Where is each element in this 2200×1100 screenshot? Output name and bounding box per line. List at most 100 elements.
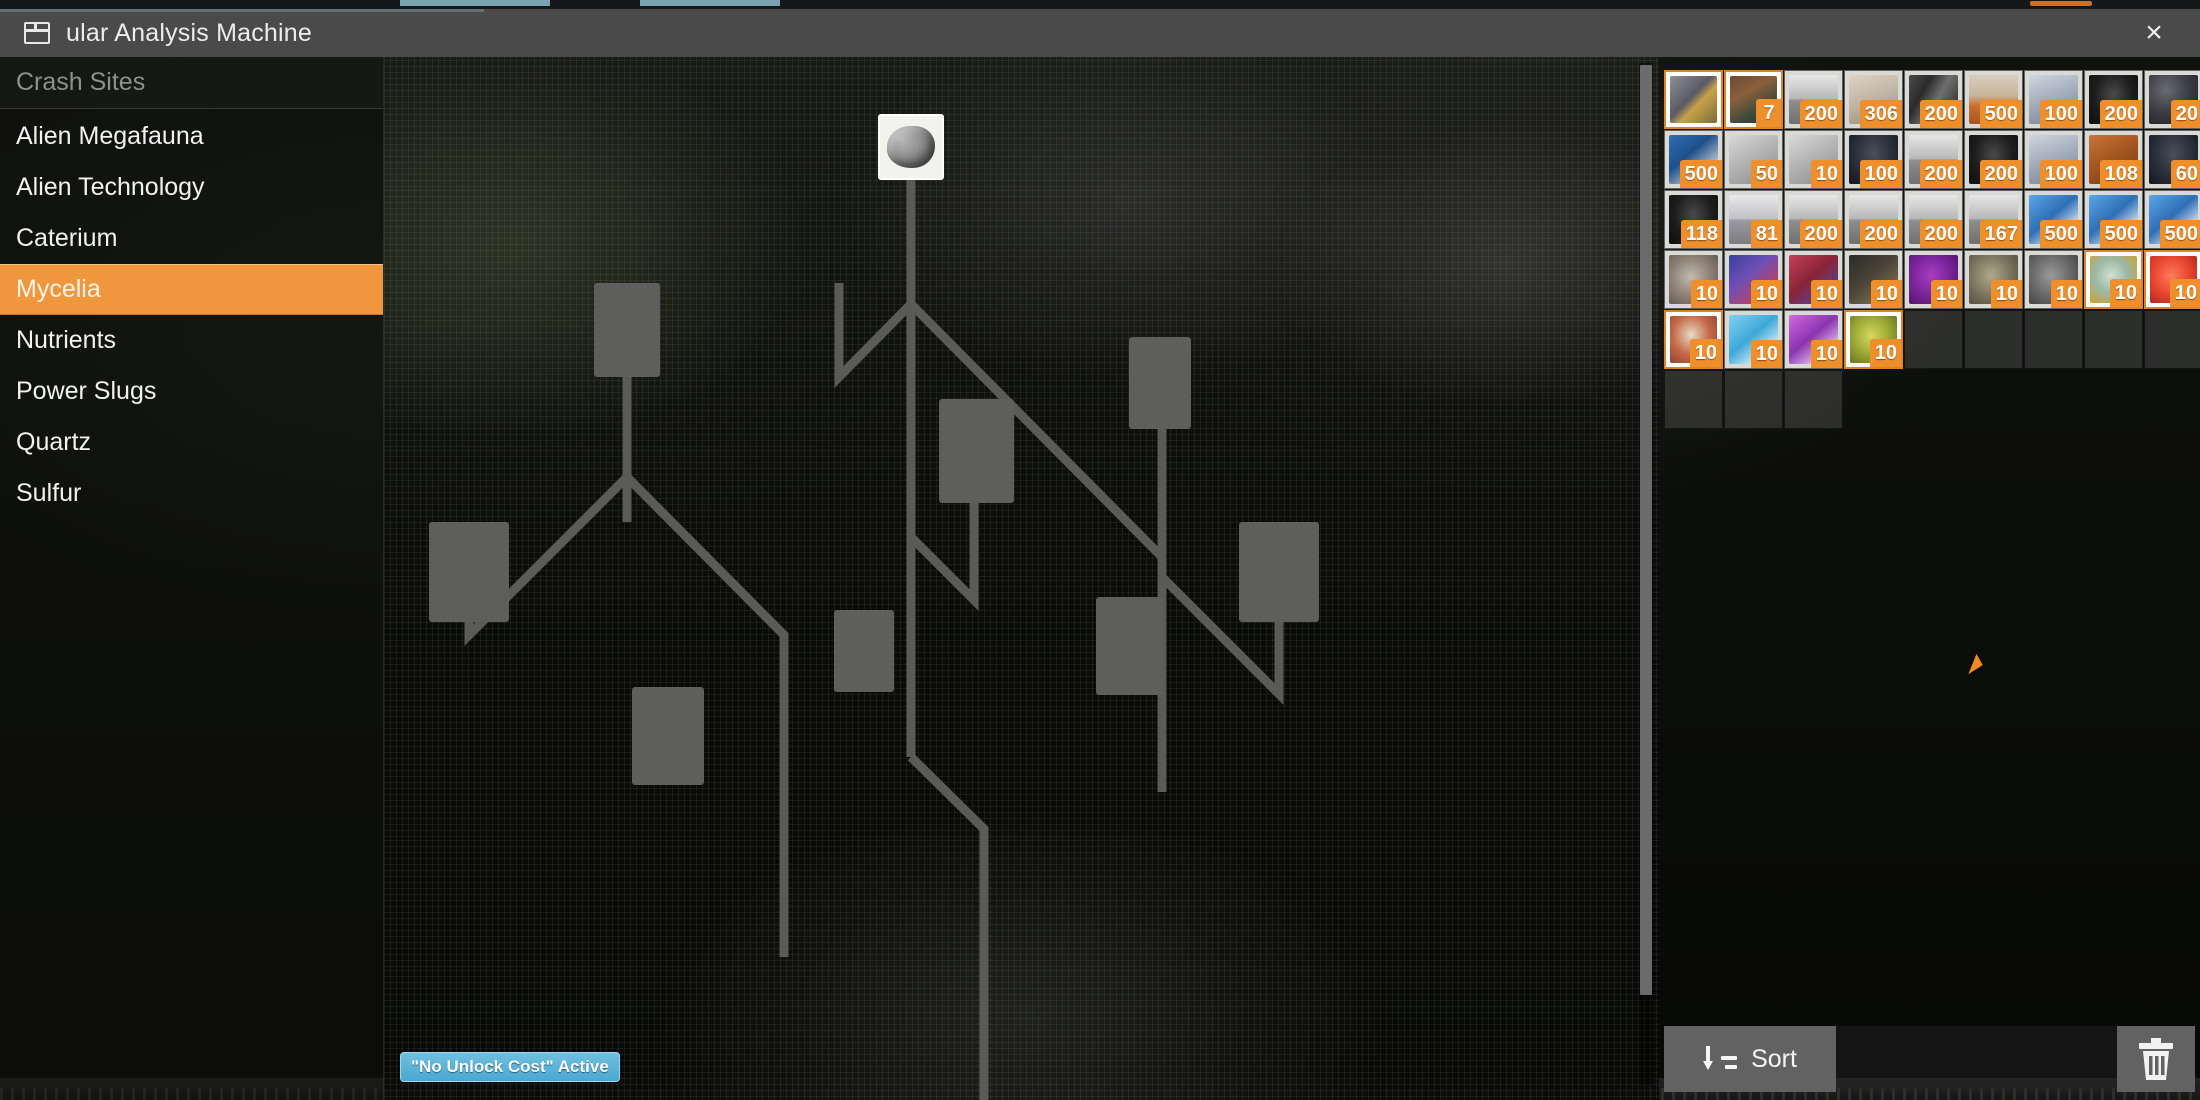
inventory-slot-crystal-shard[interactable]: 500 [2144,190,2200,249]
inventory-slot-steel-beam[interactable]: 100 [2024,70,2083,129]
inventory-slot-empty[interactable] [2144,310,2200,369]
inventory-slot-count: 50 [1750,160,1782,188]
inventory-slot-count: 500 [2099,220,2142,248]
inventory-slot-alien-carapace[interactable]: 10 [1844,250,1903,309]
inventory-slot-count: 10 [1869,339,1901,367]
tech-tree-node-n4[interactable] [429,522,509,622]
inventory-slot-violet-crystal[interactable]: 10 [1784,310,1843,369]
tech-tree-node-n6[interactable] [834,610,894,692]
inventory-footer: Sort [1664,1026,2195,1092]
inventory-slot-count: 100 [1859,160,1902,188]
sidebar-item-alien-megafauna[interactable]: Alien Megafauna [0,111,383,162]
inventory-slot-steel-plate[interactable]: 81 [1724,190,1783,249]
window-title: ular Analysis Machine [66,18,312,47]
titlebar-accent-line [0,9,2200,12]
inventory-slot-count: 10 [2109,279,2141,307]
tech-tree-scrollbar[interactable] [1639,63,1653,1085]
inventory-slot-rubber[interactable]: 118 [1664,190,1723,249]
inventory-slot-count: 118 [1680,220,1722,248]
tech-tree-node-n3[interactable] [1129,337,1191,429]
inventory-slot-empty[interactable] [1664,370,1723,429]
inventory-slot-empty[interactable] [2084,310,2143,369]
tech-tree-node-n5[interactable] [1239,522,1319,622]
inventory-slot-bacon-agaric[interactable]: 10 [1664,310,1723,369]
inventory-slot-rubber[interactable]: 200 [1964,130,2023,189]
inventory-panel: 7 200 306 200 500 100 200 20 500 50 10 100 200 200 100… [1659,57,2200,1100]
background-top-strip [0,0,2200,9]
inventory-slot-crystal-shard[interactable]: 500 [2024,190,2083,249]
inventory-slot-count: 306 [1859,100,1902,128]
inventory-slot-empty[interactable] [1964,310,2023,369]
inventory-slot-modular-frame[interactable]: 50 [1724,130,1783,189]
inventory-slot-beryl-nut[interactable]: 10 [2084,250,2143,309]
inventory-slot-rotor[interactable]: 60 [2144,130,2200,189]
tech-tree-node-n0[interactable] [878,114,944,180]
sidebar-item-quartz[interactable]: Quartz [0,417,383,468]
inventory-slot-crystal-shard[interactable]: 500 [2084,190,2143,249]
inventory-slot-count: 200 [1799,220,1842,248]
inventory-slot-count: 10 [1930,280,1962,308]
inventory-slot-empty[interactable] [2024,310,2083,369]
analysis-machine-window: ular Analysis Machine × Crash Sites Alie… [0,9,2200,1100]
inventory-slot-coal[interactable]: 20 [2144,70,2200,129]
inventory-slot-steel-beam[interactable]: 100 [2024,130,2083,189]
window-icon [24,22,50,44]
sort-button-label: Sort [1751,1044,1797,1073]
inventory-slot-count: 10 [1750,280,1782,308]
inventory-slot-empty[interactable] [1724,370,1783,429]
inventory-slot-iron-rod[interactable]: 200 [1904,70,1963,129]
inventory-slot-copper-ingot[interactable]: 108 [2084,130,2143,189]
tech-tree-scrollbar-thumb[interactable] [1640,65,1652,995]
inventory-slot-stinger-remains[interactable]: 10 [2024,250,2083,309]
trash-button[interactable] [2117,1026,2195,1092]
sidebar-item-caterium[interactable]: Caterium [0,213,383,264]
inventory-slot-xeno-zapper[interactable] [1664,70,1723,129]
inventory-slot-count: 20 [2170,100,2200,128]
inventory-slot-iron-plate[interactable]: 200 [1784,70,1843,129]
sidebar-item-nutrients[interactable]: Nutrients [0,315,383,366]
inventory-slot-copper-powder[interactable]: 500 [1964,70,2023,129]
inventory-slot-concrete[interactable]: 306 [1844,70,1903,129]
inventory-slot-iron-plate[interactable]: 200 [1784,190,1843,249]
tech-tree-node-n2[interactable] [939,399,1014,503]
sidebar-item-power-slugs[interactable]: Power Slugs [0,366,383,417]
sidebar-item-label: Sulfur [16,479,82,507]
inventory-slot-iron-plate[interactable]: 200 [1844,190,1903,249]
background-tab-2 [640,0,780,6]
inventory-slot-rebar-gun[interactable]: 7 [1724,70,1783,129]
inventory-slot-rubber[interactable]: 200 [2084,70,2143,129]
sidebar-item-alien-technology[interactable]: Alien Technology [0,162,383,213]
inventory-slot-green-nut[interactable]: 10 [1844,310,1903,369]
inventory-slot-blue-flower-petals[interactable]: 10 [1724,250,1783,309]
sidebar-item-sulfur[interactable]: Sulfur [0,468,383,519]
inventory-footer-spacer [1836,1026,2117,1092]
background-orange-streak [2030,1,2092,6]
inventory-slot-iron-plate[interactable]: 200 [1904,190,1963,249]
tech-tree-node-n7[interactable] [1096,597,1164,695]
inventory-slot-blue-crystal[interactable]: 10 [1724,310,1783,369]
inventory-slot-rotor[interactable]: 100 [1844,130,1903,189]
sort-button[interactable]: Sort [1664,1026,1836,1092]
tech-tree-panel[interactable]: "No Unlock Cost" Active [384,57,1659,1100]
sidebar-item-mycelia[interactable]: Mycelia [0,264,383,315]
inventory-slot-modular-frame[interactable]: 10 [1784,130,1843,189]
inventory-slot-crystal-oscillator[interactable]: 500 [1664,130,1723,189]
inventory-slot-count: 500 [1979,100,2022,128]
inventory-slot-mycelia[interactable]: 10 [1664,250,1723,309]
inventory-slot-count: 10 [1689,339,1721,367]
inventory-slot-paleberry[interactable]: 10 [2144,250,2200,309]
inventory-slot-red-flower-petals[interactable]: 10 [1784,250,1843,309]
inventory-slot-iron-plate[interactable]: 200 [1904,130,1963,189]
tech-tree-node-n1[interactable] [594,283,660,377]
inventory-slot-purple-bacteria[interactable]: 10 [1904,250,1963,309]
tech-tree-node-n8[interactable] [632,687,704,785]
close-icon[interactable]: × [2108,9,2200,57]
inventory-slot-iron-plate[interactable]: 167 [1964,190,2023,249]
inventory-slot-empty[interactable] [1784,370,1843,429]
screen-root: ular Analysis Machine × Crash Sites Alie… [0,0,2200,1100]
tech-tree-connections [464,180,1284,1100]
inventory-slot-empty[interactable] [1904,310,1963,369]
inventory-slot-count: 7 [1756,99,1781,127]
inventory-slot-count: 200 [1919,220,1962,248]
inventory-slot-hog-remains[interactable]: 10 [1964,250,2023,309]
